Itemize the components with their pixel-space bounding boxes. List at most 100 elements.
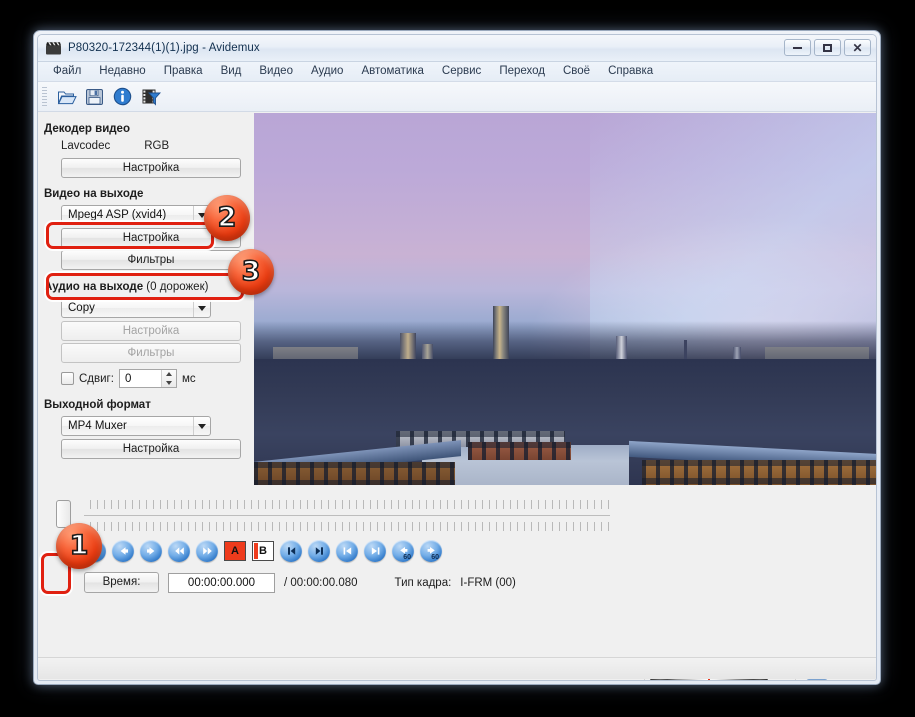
mark-a-button[interactable]: A <box>224 541 246 561</box>
screenshot-root: P80320-172344(1)(1).jpg - Avidemux ✕ Фай… <box>0 0 915 717</box>
stepper-down-icon[interactable] <box>162 379 176 388</box>
preview-red-building <box>467 442 572 460</box>
transport-controls: A B 60 60 <box>84 540 442 562</box>
muxer-combo[interactable]: MP4 Muxer <box>61 416 211 436</box>
menu-item-goto[interactable]: Переход <box>490 64 554 79</box>
decoder-info-row: Lavcodec RGB <box>43 140 250 156</box>
callout-badge-1: 1 <box>56 523 102 569</box>
preview-windows <box>642 459 876 485</box>
frame-type-value: I-FRM (00) <box>460 576 516 589</box>
toolbar-grip[interactable] <box>42 86 47 107</box>
timeline-slider[interactable] <box>56 500 71 528</box>
audio-output-track-count: (0 дорожек) <box>143 281 209 293</box>
video-filters-button[interactable]: Фильтры <box>61 250 241 270</box>
audio-config-button[interactable]: Настройка <box>61 321 241 341</box>
callout-badge-3: 3 <box>228 249 274 295</box>
film-clapper-icon <box>45 40 62 56</box>
video-codec-value: Mpeg4 ASP (xvid4) <box>68 209 167 221</box>
forward-button[interactable] <box>196 540 218 562</box>
open-file-icon[interactable] <box>54 85 79 109</box>
preview-windows <box>467 442 572 460</box>
save-file-icon[interactable] <box>82 85 107 109</box>
menu-item-audio[interactable]: Аудио <box>302 64 352 79</box>
next-frame-button[interactable] <box>140 540 162 562</box>
go-end-button[interactable] <box>364 540 386 562</box>
callout-badge-3-number: 3 <box>241 255 261 287</box>
window-title: P80320-172344(1)(1).jpg - Avidemux <box>68 42 260 54</box>
fwd-60-label: 60 <box>431 554 439 561</box>
prev-keyframe-button[interactable] <box>280 540 302 562</box>
maximize-button[interactable] <box>814 39 841 56</box>
title-bar: P80320-172344(1)(1).jpg - Avidemux ✕ <box>38 35 876 62</box>
callout-badge-1-number: 1 <box>69 529 89 561</box>
audio-shift-value: 0 <box>124 372 132 385</box>
menu-item-custom[interactable]: Своё <box>554 64 599 79</box>
avidemux-window: P80320-172344(1)(1).jpg - Avidemux ✕ Фай… <box>33 30 881 685</box>
menu-item-edit[interactable]: Правка <box>155 64 212 79</box>
muxer-config-button[interactable]: Настройка <box>61 439 241 459</box>
audio-codec-combo[interactable]: Copy <box>61 298 211 318</box>
chevron-down-icon[interactable] <box>193 299 210 317</box>
menu-item-help[interactable]: Справка <box>599 64 662 79</box>
video-preview[interactable] <box>254 113 876 485</box>
timeline-area[interactable] <box>44 494 610 538</box>
callout-badge-2: 2 <box>204 195 250 241</box>
audio-output-title-main: Аудио на выходе <box>44 281 144 293</box>
audio-shift-units: мс <box>181 372 196 385</box>
menu-bar: Файл Недавно Правка Вид Видео Аудио Авто… <box>38 62 876 82</box>
stepper-up-icon[interactable] <box>162 370 176 379</box>
chevron-down-icon[interactable] <box>193 417 210 435</box>
menu-item-tools[interactable]: Сервис <box>433 64 490 79</box>
preview-ground <box>254 358 876 485</box>
audio-shift-stepper[interactable]: 0 <box>118 369 177 388</box>
go-start-button[interactable] <box>336 540 358 562</box>
audio-shift-label: Сдвиг: <box>79 372 114 385</box>
next-keyframe-button[interactable] <box>308 540 330 562</box>
muxer-value: MP4 Muxer <box>68 420 127 432</box>
mark-b-label: B <box>259 545 267 557</box>
audio-codec-value: Copy <box>68 302 95 314</box>
decoder-colorspace: RGB <box>144 140 170 152</box>
audio-output-section-title: Аудио на выходе (0 дорожек) <box>44 281 250 293</box>
audio-shift-checkbox[interactable] <box>61 372 74 385</box>
back-60-button[interactable]: 60 <box>392 540 414 562</box>
preview-left-building <box>254 462 455 485</box>
main-body: Декодер видео Lavcodec RGB Настройка Вид… <box>38 112 876 680</box>
timeline-ticks-bottom <box>90 522 610 531</box>
callout-badge-2-number: 2 <box>217 201 237 233</box>
info-icon[interactable] <box>110 85 135 109</box>
rewind-button[interactable] <box>168 540 190 562</box>
output-format-section-title: Выходной формат <box>44 399 151 411</box>
close-button[interactable]: ✕ <box>844 39 871 56</box>
mark-b-button[interactable]: B <box>252 541 274 561</box>
decoder-codec-name: Lavcodec <box>61 140 111 152</box>
time-button[interactable]: Время: <box>84 572 159 593</box>
timeline-ticks-top <box>90 500 610 509</box>
menu-item-video[interactable]: Видео <box>250 64 302 79</box>
fwd-60-button[interactable]: 60 <box>420 540 442 562</box>
decoder-config-button[interactable]: Настройка <box>61 158 241 178</box>
preview-windows <box>254 462 455 485</box>
time-row: Время: 00:00:00.000 / 00:00:00.080 Тип к… <box>84 572 516 593</box>
back-60-label: 60 <box>403 554 411 561</box>
timeline-track[interactable] <box>84 515 610 516</box>
audio-filters-button[interactable]: Фильтры <box>61 343 241 363</box>
menu-item-auto[interactable]: Автоматика <box>352 64 432 79</box>
current-time-field[interactable]: 00:00:00.000 <box>168 572 275 593</box>
minimize-button[interactable] <box>784 39 811 56</box>
mark-a-label: A <box>231 545 239 557</box>
stepper-buttons[interactable] <box>160 370 176 388</box>
video-codec-combo[interactable]: Mpeg4 ASP (xvid4) <box>61 205 211 225</box>
menu-item-view[interactable]: Вид <box>212 64 251 79</box>
menu-item-file[interactable]: Файл <box>44 64 90 79</box>
prev-frame-button[interactable] <box>112 540 134 562</box>
mark-b-indicator <box>254 543 258 559</box>
total-time-label: / 00:00:00.080 <box>284 576 358 589</box>
status-bar <box>38 657 876 679</box>
preview-right-building <box>642 459 876 485</box>
decoder-section-title: Декодер видео <box>44 123 130 135</box>
window-controls: ✕ <box>784 39 871 56</box>
menu-item-recent[interactable]: Недавно <box>90 64 154 79</box>
window-inner: P80320-172344(1)(1).jpg - Avidemux ✕ Фай… <box>37 34 877 681</box>
video-filters-icon[interactable] <box>138 85 163 109</box>
